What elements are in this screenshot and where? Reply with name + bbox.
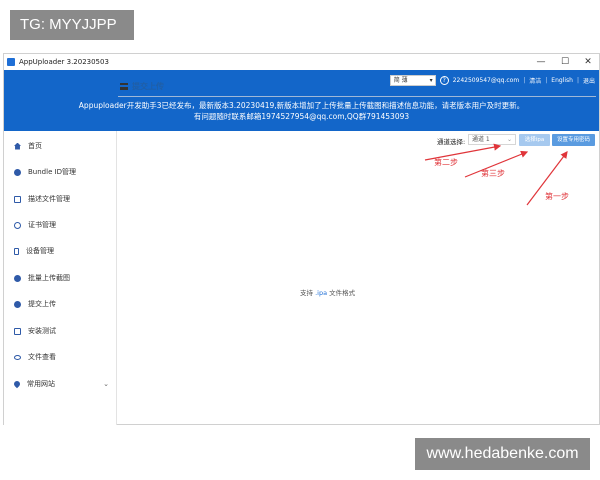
set-password-button[interactable]: 设置专用密码	[552, 134, 595, 146]
sidebar-item-install-test[interactable]: 安装测试	[4, 320, 117, 342]
sidebar-item-profiles[interactable]: 描述文件管理	[4, 188, 117, 210]
device-icon	[14, 247, 19, 255]
title-bar: AppUploader 3.20230503 — ☐ ✕	[4, 54, 599, 70]
annotation-step2: 第二步	[434, 158, 458, 167]
hint-suffix: 文件格式	[329, 289, 356, 297]
upload-icon	[14, 300, 21, 308]
upload-hint: 支持 .ipa 文件格式	[300, 287, 355, 297]
home-icon	[14, 142, 21, 150]
maximize-button[interactable]: ☐	[553, 54, 577, 70]
window-title: AppUploader 3.20230503	[19, 58, 109, 66]
chevron-down-icon: ⌄	[506, 136, 512, 143]
sidebar: 首页 Bundle ID管理 描述文件管理 证书管理 设备管理 批量上传截图 提…	[4, 131, 117, 425]
sidebar-item-label: 设备管理	[26, 247, 54, 255]
chevron-down-icon: ⌄	[103, 380, 109, 388]
main-header: 提交上传	[118, 80, 596, 96]
sidebar-item-certificates[interactable]: 证书管理	[4, 214, 117, 236]
minimize-button[interactable]: —	[529, 54, 553, 70]
app-window: AppUploader 3.20230503 — ☐ ✕ 简 薄 ▾ ? 224…	[3, 53, 600, 425]
info-icon	[14, 168, 21, 176]
sidebar-item-label: 文件查看	[28, 353, 56, 361]
select-ipa-button[interactable]: 选择ipa	[519, 134, 550, 146]
install-icon	[14, 327, 21, 335]
document-icon	[14, 195, 21, 203]
annotation-step1: 第一步	[545, 192, 569, 201]
sidebar-item-upload[interactable]: 提交上传	[4, 293, 117, 315]
menu-icon[interactable]	[120, 83, 128, 90]
sidebar-item-home[interactable]: 首页	[4, 135, 117, 157]
pin-icon	[12, 379, 22, 389]
hint-extension: .ipa	[315, 289, 328, 297]
sidebar-item-label: 常用网站	[27, 380, 55, 388]
sidebar-item-screenshots[interactable]: 批量上传截图	[4, 267, 117, 289]
notice-line-1: Appuploader开发助手3已经发布，最新版本3.20230419,新版本增…	[78, 101, 525, 110]
eye-icon	[14, 354, 21, 360]
sidebar-item-label: 安装测试	[28, 327, 56, 335]
page-title: 提交上传	[132, 82, 164, 91]
sidebar-item-file-view[interactable]: 文件查看	[4, 346, 117, 368]
sidebar-item-websites[interactable]: 常用网站 ⌄	[4, 373, 117, 395]
sidebar-item-label: 首页	[28, 142, 42, 150]
annotation-step3: 第三步	[481, 169, 505, 178]
sidebar-item-devices[interactable]: 设备管理	[4, 240, 117, 262]
sidebar-item-label: 证书管理	[28, 221, 56, 229]
watermark-bottom-right: www.hedabenke.com	[415, 438, 590, 470]
channel-select[interactable]: 通道 1 ⌄	[468, 134, 516, 145]
sidebar-item-label: 批量上传截图	[28, 274, 70, 282]
sidebar-item-label: Bundle ID管理	[28, 168, 77, 176]
screenshot-icon	[14, 274, 21, 282]
sidebar-item-label: 描述文件管理	[28, 195, 70, 203]
app-logo-icon	[7, 58, 15, 66]
certificate-icon	[14, 221, 21, 229]
close-button[interactable]: ✕	[576, 54, 600, 70]
channel-select-value: 通道 1	[472, 136, 490, 143]
sidebar-item-label: 提交上传	[28, 300, 56, 308]
channel-label: 通道选择:	[437, 138, 466, 146]
watermark-top-left: TG: MYYJJPP	[10, 10, 134, 40]
hint-prefix: 支持	[300, 289, 313, 297]
sidebar-item-bundle-id[interactable]: Bundle ID管理	[4, 161, 117, 183]
header-divider	[118, 96, 596, 97]
notice-line-2: 有问题随时联系邮箱1974527954@qq.com,QQ群791453093	[193, 112, 410, 121]
